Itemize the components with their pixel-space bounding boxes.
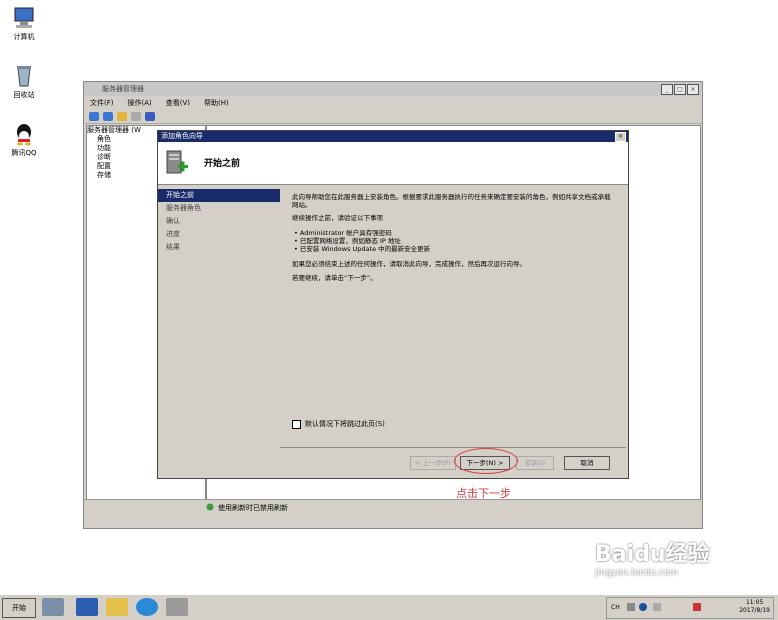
qq-penguin-icon [11,122,37,146]
skip-page-checkbox[interactable]: 默认情况下将跳过此页(S) [292,419,385,429]
keyboard-icon[interactable] [627,603,635,611]
start-label: 开始 [12,604,26,612]
menu-view[interactable]: 查看(V) [166,98,190,108]
menu-file[interactable]: 文件(F) [90,98,114,108]
show-tree-icon[interactable] [131,111,141,121]
bullet-network: • 已配置网络设置，例如静态 IP 地址 [294,237,401,245]
baidu-watermark: Baidu经验 jingyan.baidu.com [595,536,710,578]
bullet-password: • Administrator 帐户具有强密码 [294,229,392,237]
recycle-bin-label: 回收站 [13,91,35,99]
server-manager-title: 服务器管理器 [102,85,144,93]
wizard-close-icon[interactable]: × [615,132,626,142]
install-button[interactable]: 安装(I) [516,456,554,470]
forward-arrow-icon[interactable] [103,111,113,121]
wizard-title: 添加角色向导 [161,132,203,140]
help-tray-icon[interactable] [639,603,647,611]
cancel-instructions: 如果您必须结束上述的任何操作，请取消此向导，完成操作，然后再次运行向导。 [292,260,526,268]
toolbar [84,109,702,124]
qq-label: 腾讯QQ [11,149,37,157]
wizard-steps: 开始之前 服务器角色 确认 进度 结果 [158,185,280,477]
add-roles-wizard: 添加角色向导 × 开始之前 开始之前 服务器角色 确认 进度 结果 此向导帮助您… [157,130,629,479]
server-manager-titlebar[interactable]: 服务器管理器 _ □ × [84,82,702,96]
maximize-icon[interactable]: □ [674,84,686,95]
wizard-header: 开始之前 [158,142,628,185]
explorer-icon[interactable] [106,598,128,616]
intro-text: 此向导帮助您在此服务器上安装角色。根据要求此服务器执行的任务来确定要安装的角色，… [292,193,611,209]
step-server-roles: 服务器角色 [166,204,201,212]
taskbar: 开始 CH 11:05 2017/8/19 [0,594,778,620]
verify-heading: 继续操作之前，请验证以下事项 [292,214,383,222]
wizard-footer: < 上一步(P) 下一步(N) > 安装(I) 取消 [280,447,626,478]
refresh-icon [206,503,214,513]
server-manager-taskbar-icon[interactable] [42,598,64,616]
clock-date: 2017/8/19 [739,607,770,614]
up-folder-icon[interactable] [117,111,127,121]
wizard-titlebar[interactable]: 添加角色向导 × [158,131,628,142]
server-add-icon [166,150,188,176]
clock-time: 11:05 [745,599,764,606]
cancel-button[interactable]: 取消 [564,456,610,470]
next-button-highlight [454,448,518,474]
step-before-you-begin: 开始之前 [158,189,280,202]
step-confirm: 确认 [166,217,180,225]
skip-page-label: 默认情况下将跳过此页(S) [305,420,385,428]
volume-icon[interactable] [693,603,701,611]
wizard-page-title: 开始之前 [204,159,241,169]
language-indicator[interactable]: CH [611,604,620,611]
system-tray: CH 11:05 2017/8/19 [606,597,774,619]
status-text: 使用刷新时已禁用刷新 [218,504,288,512]
checkbox-box[interactable] [292,419,301,429]
bullet-updates: • 已安装 Windows Update 中的最新安全更新 [294,245,431,253]
watermark-url: jingyan.baidu.com [595,568,679,578]
computer-label: 计算机 [13,33,35,41]
back-arrow-icon[interactable] [89,111,99,121]
step-progress: 进度 [166,230,180,238]
powershell-icon[interactable] [76,598,98,616]
previous-button[interactable]: < 上一步(P) [410,456,456,470]
computer-icon [11,6,37,30]
tools-icon[interactable] [166,598,188,616]
status-bar: 使用刷新时已禁用刷新 [84,499,700,514]
start-button[interactable]: 开始 [2,598,36,618]
watermark-brand: Baidu经验 [595,542,710,567]
browser-icon[interactable] [136,598,158,616]
desktop: { "desktop": { "icons": [ {"label": "计算机… [0,0,778,620]
network-icon[interactable] [653,603,661,611]
annotation-text: 点击下一步 [456,487,511,500]
wizard-content: 此向导帮助您在此服务器上安装角色。根据要求此服务器执行的任务来确定要安装的角色，… [280,185,626,447]
help-icon[interactable] [145,111,155,121]
computer-desktop-icon[interactable]: 计算机 [2,6,46,42]
qq-desktop-icon[interactable]: 腾讯QQ [2,122,46,158]
recycle-bin-icon [11,64,37,88]
step-results: 结果 [166,243,180,251]
menu-help[interactable]: 帮助(H) [204,98,229,108]
minimize-icon[interactable]: _ [661,84,673,95]
continue-instructions: 若要继续，请单击“下一步”。 [292,274,377,282]
recycle-bin-desktop-icon[interactable]: 回收站 [2,64,46,100]
menu-bar: 文件(F) 操作(A) 查看(V) 帮助(H) [84,96,702,109]
menu-action[interactable]: 操作(A) [128,98,152,108]
close-icon[interactable]: × [687,84,699,95]
clock[interactable]: 11:05 2017/8/19 [739,599,770,615]
